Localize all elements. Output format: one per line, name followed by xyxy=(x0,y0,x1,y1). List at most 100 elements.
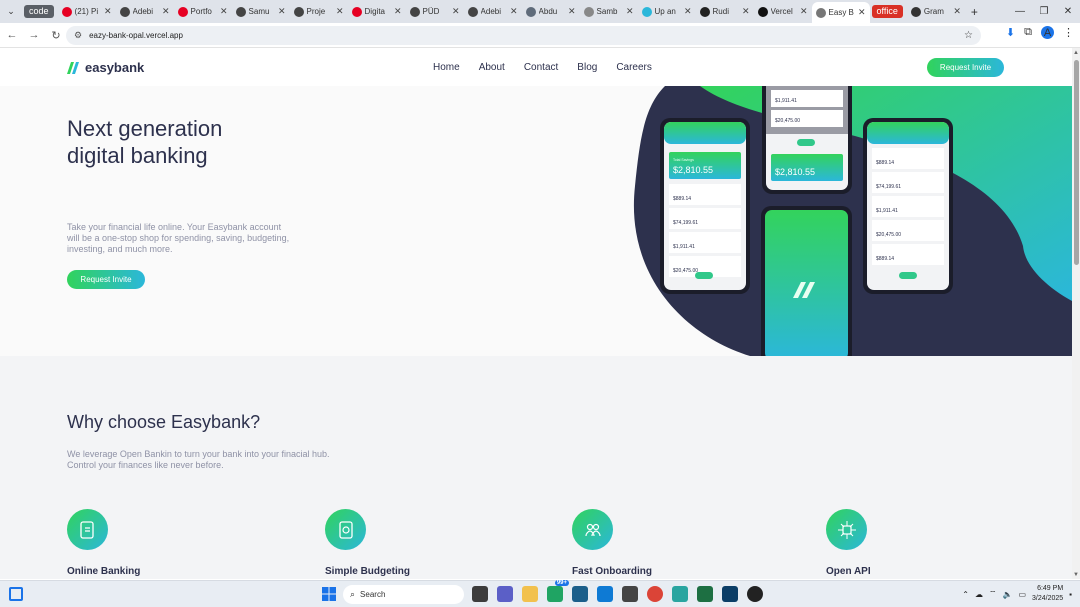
browser-tab[interactable]: (21) Pi ✕ xyxy=(58,0,116,23)
clock[interactable]: 6:49 PM 3/24/2025 xyxy=(1032,584,1063,604)
close-tab-icon[interactable]: ✕ xyxy=(336,6,344,17)
whatsapp-icon[interactable]: 99+ xyxy=(547,580,569,602)
terminal-icon[interactable] xyxy=(622,586,638,602)
tab-favicon-icon xyxy=(525,6,536,17)
browser-tab[interactable]: Abdu ✕ xyxy=(522,0,580,23)
browser-tab[interactable]: Samu ✕ xyxy=(232,0,290,23)
site-info-icon[interactable]: ⚙ xyxy=(74,30,82,41)
close-tab-icon[interactable]: ✕ xyxy=(568,6,576,17)
hero-title-line1: Next generation xyxy=(67,116,223,141)
battery-icon[interactable]: ▭ xyxy=(1018,590,1026,599)
close-tab-icon[interactable]: ✕ xyxy=(220,6,228,17)
close-tab-icon[interactable]: ✕ xyxy=(800,6,808,17)
new-tab-button[interactable]: + xyxy=(971,5,978,19)
phone-left: Total Savings $2,810.55 $889.14 $74,199.6… xyxy=(660,118,750,294)
tab-group-code[interactable]: code xyxy=(24,5,54,18)
photoshop-icon[interactable] xyxy=(722,586,738,602)
close-tab-icon[interactable]: ✕ xyxy=(394,6,402,17)
onboarding-icon xyxy=(572,509,613,550)
close-tab-icon[interactable]: ✕ xyxy=(742,6,750,17)
account-balance: $889.14 xyxy=(673,196,691,202)
nav-home[interactable]: Home xyxy=(433,62,460,73)
browser-tab[interactable]: Vercel ✕ xyxy=(754,0,812,23)
browser-tab[interactable]: Portfo ✕ xyxy=(174,0,232,23)
taskbar-apps: 99+ xyxy=(472,580,763,602)
browser-tab[interactable]: Up an ✕ xyxy=(638,0,696,23)
address-bar[interactable]: ⚙ eazy-bank-opal.vercel.app ☆ xyxy=(66,26,981,45)
extensions-icon[interactable]: ⧉ xyxy=(1024,26,1032,39)
notifications-icon[interactable]: ▪ xyxy=(1069,590,1072,599)
phone-middle-top: $1,911.41 $20,475.00 $2,810.55 xyxy=(762,86,852,194)
scroll-down-icon[interactable]: ▼ xyxy=(1073,572,1079,578)
scroll-up-icon[interactable]: ▲ xyxy=(1073,50,1079,56)
restore-icon[interactable]: ❐ xyxy=(1032,0,1056,23)
profile-avatar[interactable]: A xyxy=(1041,26,1054,39)
nav-blog[interactable]: Blog xyxy=(577,62,597,73)
tray-chevron-icon[interactable]: ⌃ xyxy=(962,590,969,599)
taskbar-search[interactable]: ⌕ Search xyxy=(343,585,464,604)
browser-tab[interactable]: Gram ✕ xyxy=(907,0,965,23)
start-button-icon[interactable] xyxy=(322,587,336,601)
browser-tab[interactable]: Adebi ✕ xyxy=(464,0,522,23)
browser-tab[interactable]: Rudi ✕ xyxy=(696,0,754,23)
close-tab-icon[interactable]: ✕ xyxy=(626,6,634,17)
tab-list: (21) Pi ✕ Adebi ✕ Portfo ✕ Samu ✕ Proje ✕ Digita ✕ P… xyxy=(58,0,870,23)
edge-icon[interactable] xyxy=(672,586,688,602)
tab-group-office[interactable]: office xyxy=(871,5,903,18)
close-tab-icon[interactable]: ✕ xyxy=(510,6,518,17)
wifi-icon[interactable]: ⌔ xyxy=(989,589,997,599)
browser-tab[interactable]: Proje ✕ xyxy=(290,0,348,23)
chat-icon[interactable] xyxy=(497,586,513,602)
store-icon[interactable] xyxy=(572,586,588,602)
close-tab-icon[interactable]: ✕ xyxy=(858,7,866,18)
nav-request-invite-button[interactable]: Request Invite xyxy=(927,58,1004,77)
why-description: We leverage Open Bankin to turn your ban… xyxy=(67,449,330,470)
minimize-icon[interactable]: — xyxy=(1008,0,1032,23)
tab-search-icon[interactable]: ⌄ xyxy=(0,0,22,23)
vscode-icon[interactable] xyxy=(597,586,613,602)
page-scrollbar[interactable]: ▲ ▼ xyxy=(1072,48,1080,579)
back-icon[interactable]: ← xyxy=(2,25,22,45)
forward-icon[interactable]: → xyxy=(24,25,44,45)
chrome-icon[interactable] xyxy=(647,586,663,602)
file-explorer-icon[interactable] xyxy=(522,586,538,602)
close-tab-icon[interactable]: ✕ xyxy=(684,6,692,17)
bookmark-star-icon[interactable]: ☆ xyxy=(964,30,973,41)
tab-title: PÜD xyxy=(422,7,440,16)
browser-tab[interactable]: Digita ✕ xyxy=(348,0,406,23)
browser-menu-icon[interactable]: ⋮ xyxy=(1063,26,1074,39)
feature-title: Fast Onboarding xyxy=(572,566,652,577)
nav-about[interactable]: About xyxy=(479,62,505,73)
nav-contact[interactable]: Contact xyxy=(524,62,558,73)
browser-tab[interactable]: PÜD ✕ xyxy=(406,0,464,23)
close-tab-icon[interactable]: ✕ xyxy=(162,6,170,17)
close-tab-icon[interactable]: ✕ xyxy=(953,6,961,17)
close-window-icon[interactable]: ✕ xyxy=(1056,0,1080,23)
hero-request-invite-button[interactable]: Request Invite xyxy=(67,270,145,289)
task-view-icon[interactable] xyxy=(472,586,488,602)
tab-title: (21) Pi xyxy=(74,7,99,16)
excel-icon[interactable] xyxy=(697,586,713,602)
download-icon[interactable]: ⬇ xyxy=(1006,26,1015,39)
close-tab-icon[interactable]: ✕ xyxy=(278,6,286,17)
widgets-icon[interactable] xyxy=(9,587,23,601)
site-navbar: easybank Home About Contact Blog Careers… xyxy=(0,48,1072,86)
tab-favicon-icon xyxy=(467,6,478,17)
volume-icon[interactable]: 🔈 xyxy=(1002,590,1012,599)
close-tab-icon[interactable]: ✕ xyxy=(452,6,460,17)
nav-careers[interactable]: Careers xyxy=(616,62,652,73)
close-tab-icon[interactable]: ✕ xyxy=(104,6,112,17)
browser-tab[interactable]: Adebi ✕ xyxy=(116,0,174,23)
app-icon[interactable] xyxy=(747,586,763,602)
onedrive-icon[interactable]: ☁ xyxy=(975,590,983,599)
phone-mockup-illustration: Total Savings $2,810.55 $889.14 $74,199.6… xyxy=(633,86,1072,356)
tab-favicon-icon xyxy=(641,6,652,17)
browser-tab[interactable]: Easy B ✕ xyxy=(811,2,870,23)
browser-tab-strip: ⌄ code (21) Pi ✕ Adebi ✕ Portfo ✕ Samu ✕ Proje ✕ D… xyxy=(0,0,1080,23)
reload-icon[interactable]: ↻ xyxy=(46,25,66,45)
window-controls: — ❐ ✕ xyxy=(1008,0,1080,23)
browser-tab[interactable]: Samb ✕ xyxy=(580,0,638,23)
tab-favicon-icon xyxy=(409,6,420,17)
scrollbar-thumb[interactable] xyxy=(1074,60,1079,265)
site-logo[interactable]: easybank xyxy=(67,60,144,75)
